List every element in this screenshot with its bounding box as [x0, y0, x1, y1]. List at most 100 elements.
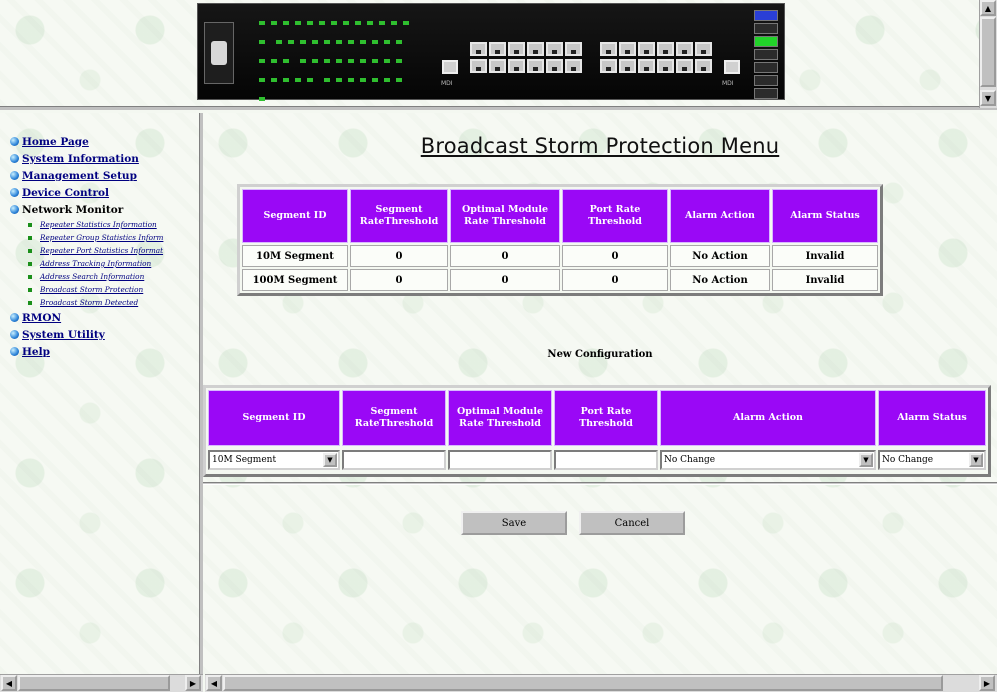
optimal-module-rate-threshold-input[interactable]: [448, 450, 552, 470]
save-button[interactable]: Save: [461, 511, 567, 535]
mdi-label-left: MDI: [441, 80, 453, 87]
scroll-thumb[interactable]: [223, 675, 943, 691]
page-title: Broadcast Storm Protection Menu: [420, 134, 780, 158]
nav-horizontal-scrollbar[interactable]: ◀ ▶: [0, 674, 203, 692]
bullet-icon: [10, 137, 19, 146]
nav-item-device-control[interactable]: Device Control: [10, 184, 200, 201]
alarm-status-select[interactable]: No Change ▼: [878, 450, 986, 470]
table-cell: 0: [562, 245, 668, 267]
nav-item-help[interactable]: Help: [10, 343, 200, 360]
table-cell: [554, 448, 658, 472]
nav-item-management-setup[interactable]: Management Setup: [10, 167, 200, 184]
column-header: Alarm Action: [670, 189, 770, 243]
sub-item-label[interactable]: Repeater Group Statistics Inform: [40, 233, 163, 242]
sub-item-repeater-statistics[interactable]: Repeater Statistics Information: [10, 218, 200, 231]
nav-item-network-monitor[interactable]: Network Monitor: [10, 201, 200, 218]
bullet-icon: [10, 154, 19, 163]
nav-item-system-information[interactable]: System Information: [10, 150, 200, 167]
port-rate-threshold-input[interactable]: [554, 450, 658, 470]
bullet-icon: [10, 205, 19, 214]
nav-item-label[interactable]: System Utility: [22, 329, 105, 341]
nav-item-rmon[interactable]: RMON: [10, 309, 200, 326]
scroll-left-icon[interactable]: ◀: [206, 675, 222, 691]
sub-item-label[interactable]: Broadcast Storm Protection: [40, 285, 143, 294]
sub-bullet-icon: [28, 261, 32, 266]
sub-item-label[interactable]: Broadcast Storm Detected: [40, 298, 138, 307]
scroll-thumb[interactable]: [18, 675, 170, 691]
sub-item-label[interactable]: Repeater Statistics Information: [40, 220, 157, 229]
switch-front-panel-image[interactable]: MDI MDI: [197, 3, 785, 101]
nav-item-label[interactable]: Management Setup: [22, 170, 137, 182]
table-header-row: Segment ID Segment RateThreshold Optimal…: [242, 189, 878, 243]
scroll-right-icon[interactable]: ▶: [185, 675, 201, 691]
nav-item-label[interactable]: Device Control: [22, 187, 109, 199]
bullet-icon: [10, 188, 19, 197]
divider: [203, 482, 997, 485]
sub-item-address-tracking[interactable]: Address Tracking Information: [10, 257, 200, 270]
table-cell: No Change ▼: [660, 448, 876, 472]
sub-item-broadcast-storm-protection[interactable]: Broadcast Storm Protection: [10, 283, 200, 296]
sub-bullet-icon: [28, 248, 32, 253]
sub-item-repeater-port-statistics[interactable]: Repeater Port Statistics Informat: [10, 244, 200, 257]
scroll-down-icon[interactable]: ▼: [980, 90, 996, 106]
sub-bullet-icon: [28, 222, 32, 227]
nav-item-home-page[interactable]: Home Page: [10, 133, 200, 150]
table-cell: 0: [350, 245, 448, 267]
sub-bullet-icon: [28, 274, 32, 279]
sub-bullet-icon: [28, 287, 32, 292]
dropdown-arrow-icon[interactable]: ▼: [323, 453, 337, 467]
nav-item-label[interactable]: Home Page: [22, 136, 89, 148]
column-header: Segment RateThreshold: [350, 189, 448, 243]
nav-item-system-utility[interactable]: System Utility: [10, 326, 200, 343]
table-cell: 100M Segment: [242, 269, 348, 291]
column-header: Port Rate Threshold: [554, 390, 658, 446]
sub-item-label[interactable]: Repeater Port Statistics Informat: [40, 246, 163, 255]
nav-item-label[interactable]: RMON: [22, 312, 61, 324]
table-row: 100M Segment 0 0 0 No Action Invalid: [242, 269, 878, 291]
current-settings-table: Segment ID Segment RateThreshold Optimal…: [237, 184, 883, 296]
sub-item-broadcast-storm-detected[interactable]: Broadcast Storm Detected: [10, 296, 200, 309]
sub-item-repeater-group-statistics[interactable]: Repeater Group Statistics Inform: [10, 231, 200, 244]
scroll-up-icon[interactable]: ▲: [980, 0, 996, 16]
segment-rate-threshold-input[interactable]: [342, 450, 446, 470]
nav-item-label[interactable]: Network Monitor: [22, 204, 123, 216]
nav-item-label[interactable]: System Information: [22, 153, 139, 165]
dropdown-arrow-icon[interactable]: ▼: [969, 453, 983, 467]
scroll-right-icon[interactable]: ▶: [979, 675, 995, 691]
top-frame-vertical-scrollbar[interactable]: ▲ ▼: [979, 0, 997, 108]
alarm-status-select-value: No Change: [882, 455, 934, 465]
scroll-left-icon[interactable]: ◀: [1, 675, 17, 691]
dropdown-arrow-icon[interactable]: ▼: [859, 453, 873, 467]
alarm-action-select[interactable]: No Change ▼: [660, 450, 876, 470]
sub-item-address-search[interactable]: Address Search Information: [10, 270, 200, 283]
table-cell: 0: [450, 269, 560, 291]
column-header: Optimal Module Rate Threshold: [450, 189, 560, 243]
table-cell: 0: [450, 245, 560, 267]
sub-item-label[interactable]: Address Tracking Information: [40, 259, 151, 268]
column-header: Segment ID: [208, 390, 340, 446]
bullet-icon: [10, 171, 19, 180]
column-header: Alarm Action: [660, 390, 876, 446]
nav-item-label[interactable]: Help: [22, 346, 50, 358]
cancel-button[interactable]: Cancel: [579, 511, 685, 535]
table-row: 10M Segment ▼ No Change ▼ No Change ▼: [208, 448, 986, 472]
new-configuration-table: Segment ID Segment RateThreshold Optimal…: [203, 385, 991, 477]
scroll-thumb[interactable]: [980, 17, 996, 87]
port-group-1: [470, 42, 582, 73]
table-cell: No Action: [670, 269, 770, 291]
sub-item-label[interactable]: Address Search Information: [40, 272, 144, 281]
sub-bullet-icon: [28, 235, 32, 240]
content-horizontal-scrollbar[interactable]: ◀ ▶: [205, 674, 997, 692]
column-header: Alarm Status: [878, 390, 986, 446]
nav-menu: Home Page System Information Management …: [10, 133, 200, 360]
port-group-2: [600, 42, 712, 73]
table-cell: [342, 448, 446, 472]
table-cell: 0: [562, 269, 668, 291]
navigation-frame: Home Page System Information Management …: [0, 113, 203, 674]
segment-id-select[interactable]: 10M Segment ▼: [208, 450, 340, 470]
table-cell: No Change ▼: [878, 448, 986, 472]
column-header: Port Rate Threshold: [562, 189, 668, 243]
table-cell: Invalid: [772, 245, 878, 267]
table-cell: 10M Segment: [242, 245, 348, 267]
alarm-action-select-value: No Change: [664, 455, 716, 465]
